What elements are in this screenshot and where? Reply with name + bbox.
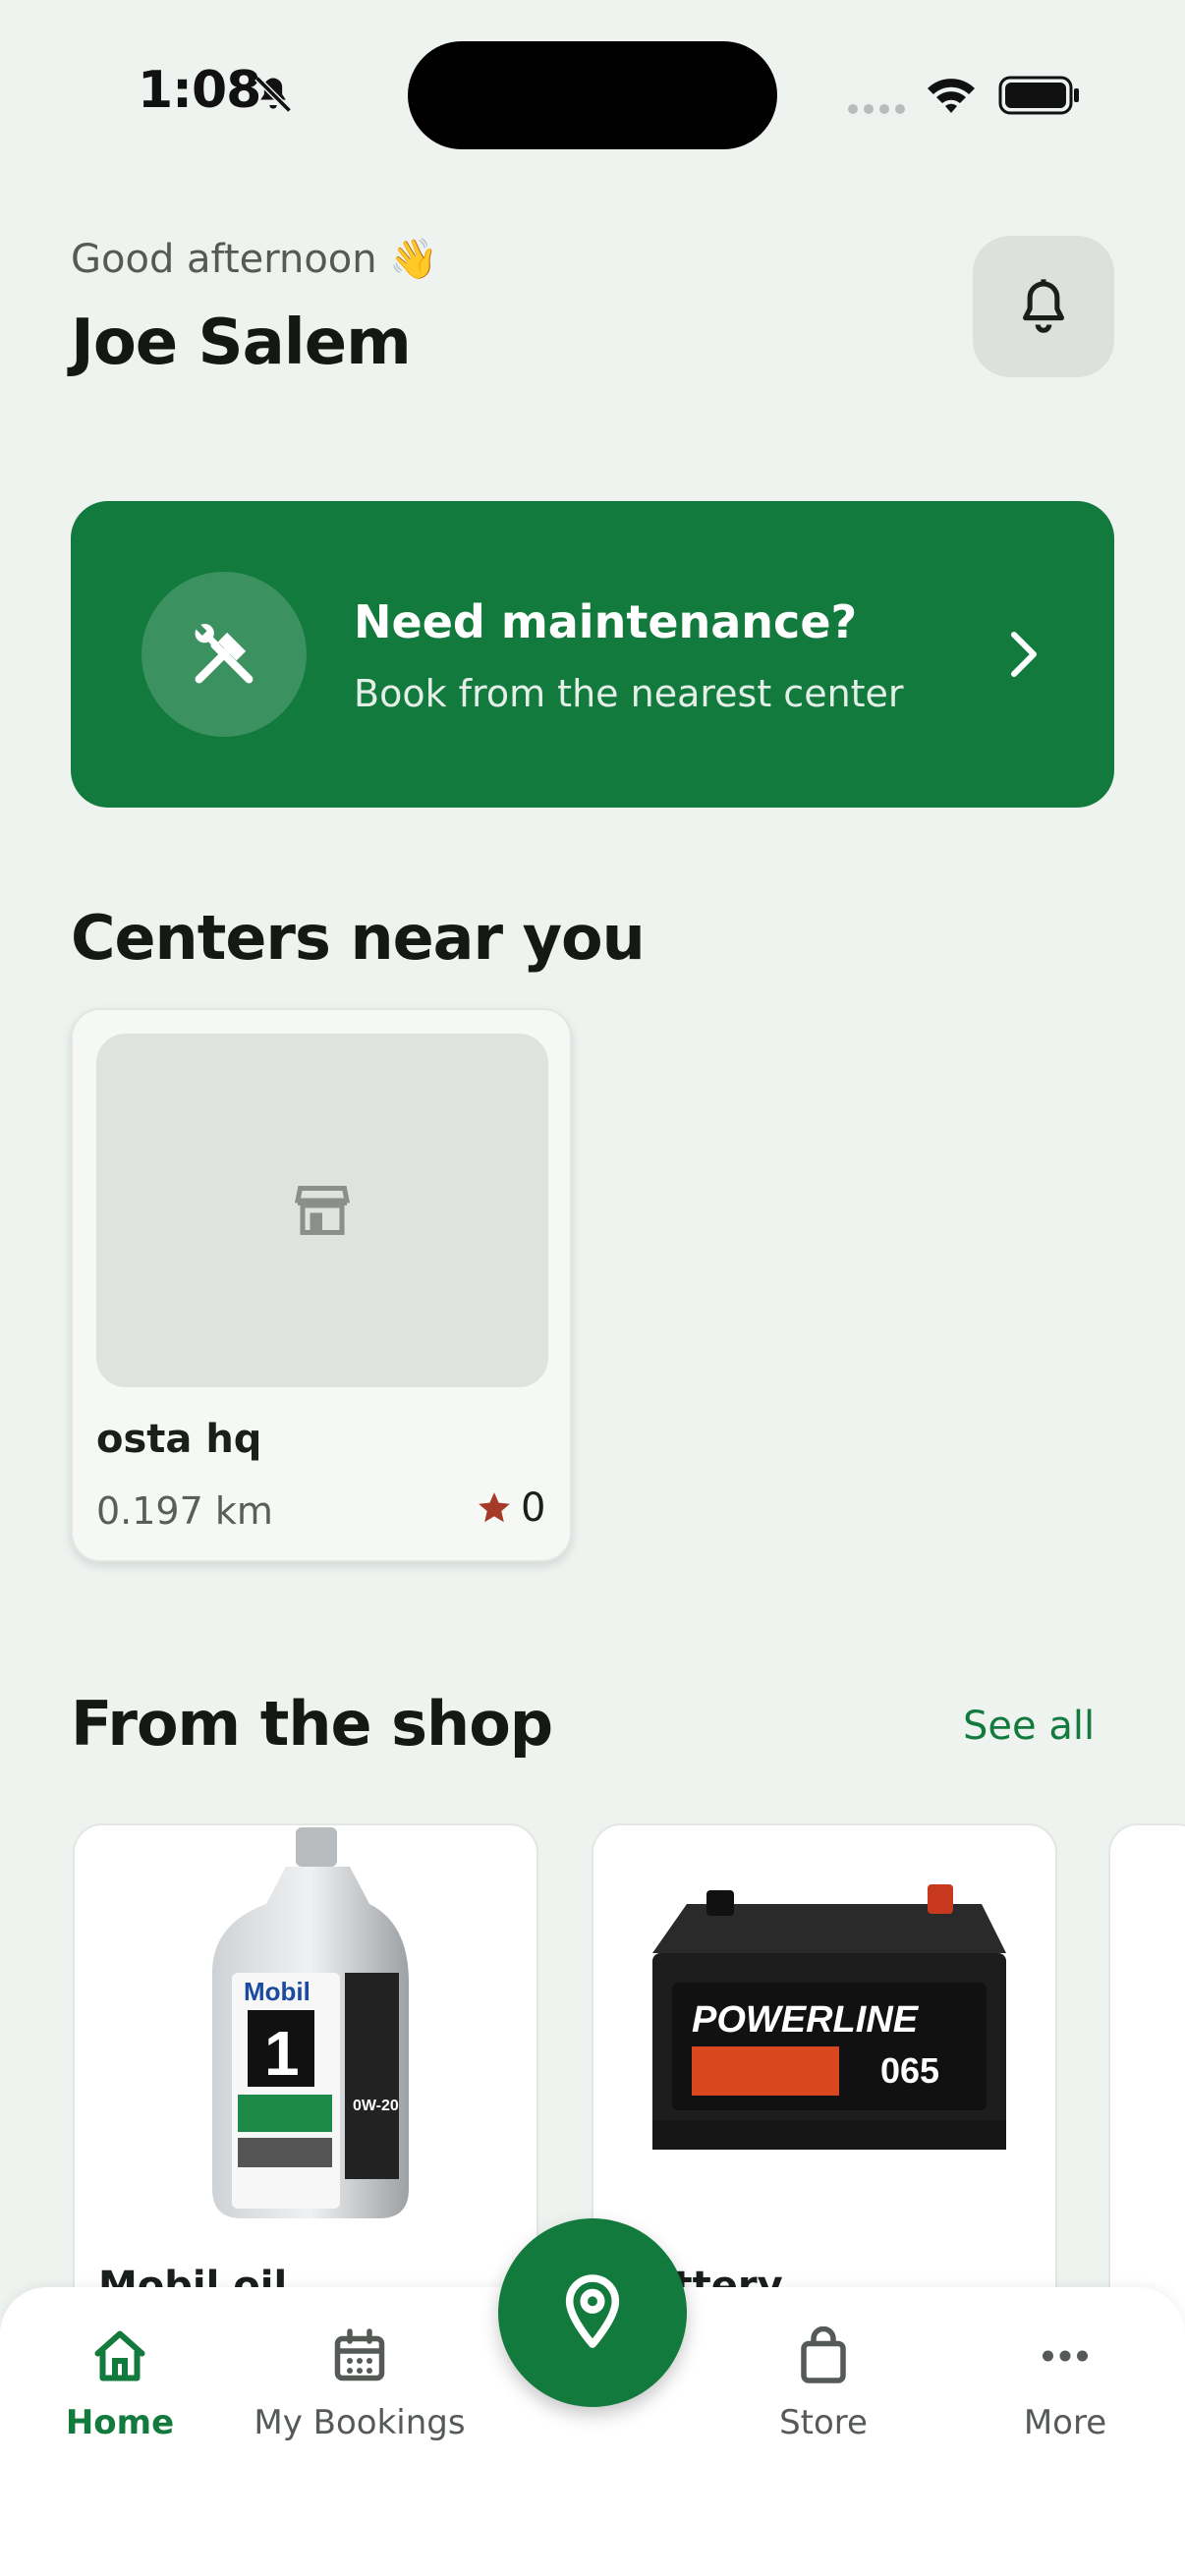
product-card-partial[interactable]: [1108, 1823, 1185, 2334]
dynamic-island: [408, 41, 777, 149]
svg-text:Mobil: Mobil: [244, 1977, 310, 2006]
centers-section-title: Centers near you: [71, 902, 646, 974]
nav-my-bookings[interactable]: My Bookings: [242, 2326, 478, 2442]
nav-label: Home: [65, 2403, 175, 2442]
notifications-button[interactable]: [973, 236, 1114, 377]
bell-icon: [1023, 279, 1064, 333]
rating-value: 0: [521, 1485, 546, 1531]
nav-store[interactable]: Store: [705, 2325, 941, 2442]
location-pin-icon: [565, 2274, 620, 2348]
product-card[interactable]: Mobil 1 0W-20 Mobil oil: [73, 1823, 538, 2334]
star-icon: [479, 1492, 510, 1523]
see-all-link[interactable]: See all: [963, 1704, 1095, 1749]
signal-icon: [848, 104, 905, 114]
battery-icon: [998, 76, 1079, 115]
map-fab-button[interactable]: [498, 2218, 687, 2407]
svg-text:065: 065: [880, 2050, 939, 2091]
center-name: osta hq: [96, 1417, 262, 1462]
greeting-text: Good afternoon 👋: [71, 237, 439, 282]
nav-label: More: [1023, 2403, 1107, 2442]
shopping-bag-icon: [801, 2325, 846, 2383]
tools-icon: [195, 623, 254, 684]
maintenance-banner[interactable]: Need maintenance? Book from the nearest …: [71, 501, 1114, 808]
svg-text:1: 1: [264, 2018, 300, 2089]
nav-home[interactable]: Home: [2, 2326, 238, 2442]
more-dots-icon: [1043, 2350, 1088, 2362]
nav-label: My Bookings: [254, 2403, 466, 2442]
bell-muted-icon: [254, 76, 292, 113]
center-rating: 0: [476, 1485, 545, 1531]
wifi-icon: [928, 79, 975, 113]
banner-subtitle: Book from the nearest center: [354, 672, 904, 715]
banner-title: Need maintenance?: [354, 595, 858, 648]
banner-icon-circle: [141, 572, 307, 737]
home-icon: [94, 2330, 145, 2381]
status-time: 1:08: [138, 61, 261, 120]
nav-more[interactable]: More: [947, 2326, 1183, 2442]
svg-text:POWERLINE: POWERLINE: [692, 1999, 920, 2041]
oil-bottle-icon: Mobil 1 0W-20: [212, 1827, 409, 2218]
nav-label: Store: [779, 2403, 868, 2442]
center-card[interactable]: osta hq 0.197 km 0: [71, 1008, 572, 1562]
calendar-icon: [334, 2328, 385, 2381]
storefront-icon: [294, 1186, 351, 1235]
status-bar: 1:08: [0, 0, 1185, 196]
center-thumbnail: [96, 1034, 548, 1387]
user-name: Joe Salem: [71, 307, 412, 379]
car-battery-icon: POWERLINE 065: [652, 1884, 1006, 2150]
chevron-right-icon: [1011, 632, 1037, 677]
center-distance: 0.197 km: [96, 1489, 273, 1533]
shop-section-title: From the shop: [71, 1688, 553, 1760]
svg-text:0W-20: 0W-20: [353, 2098, 399, 2114]
